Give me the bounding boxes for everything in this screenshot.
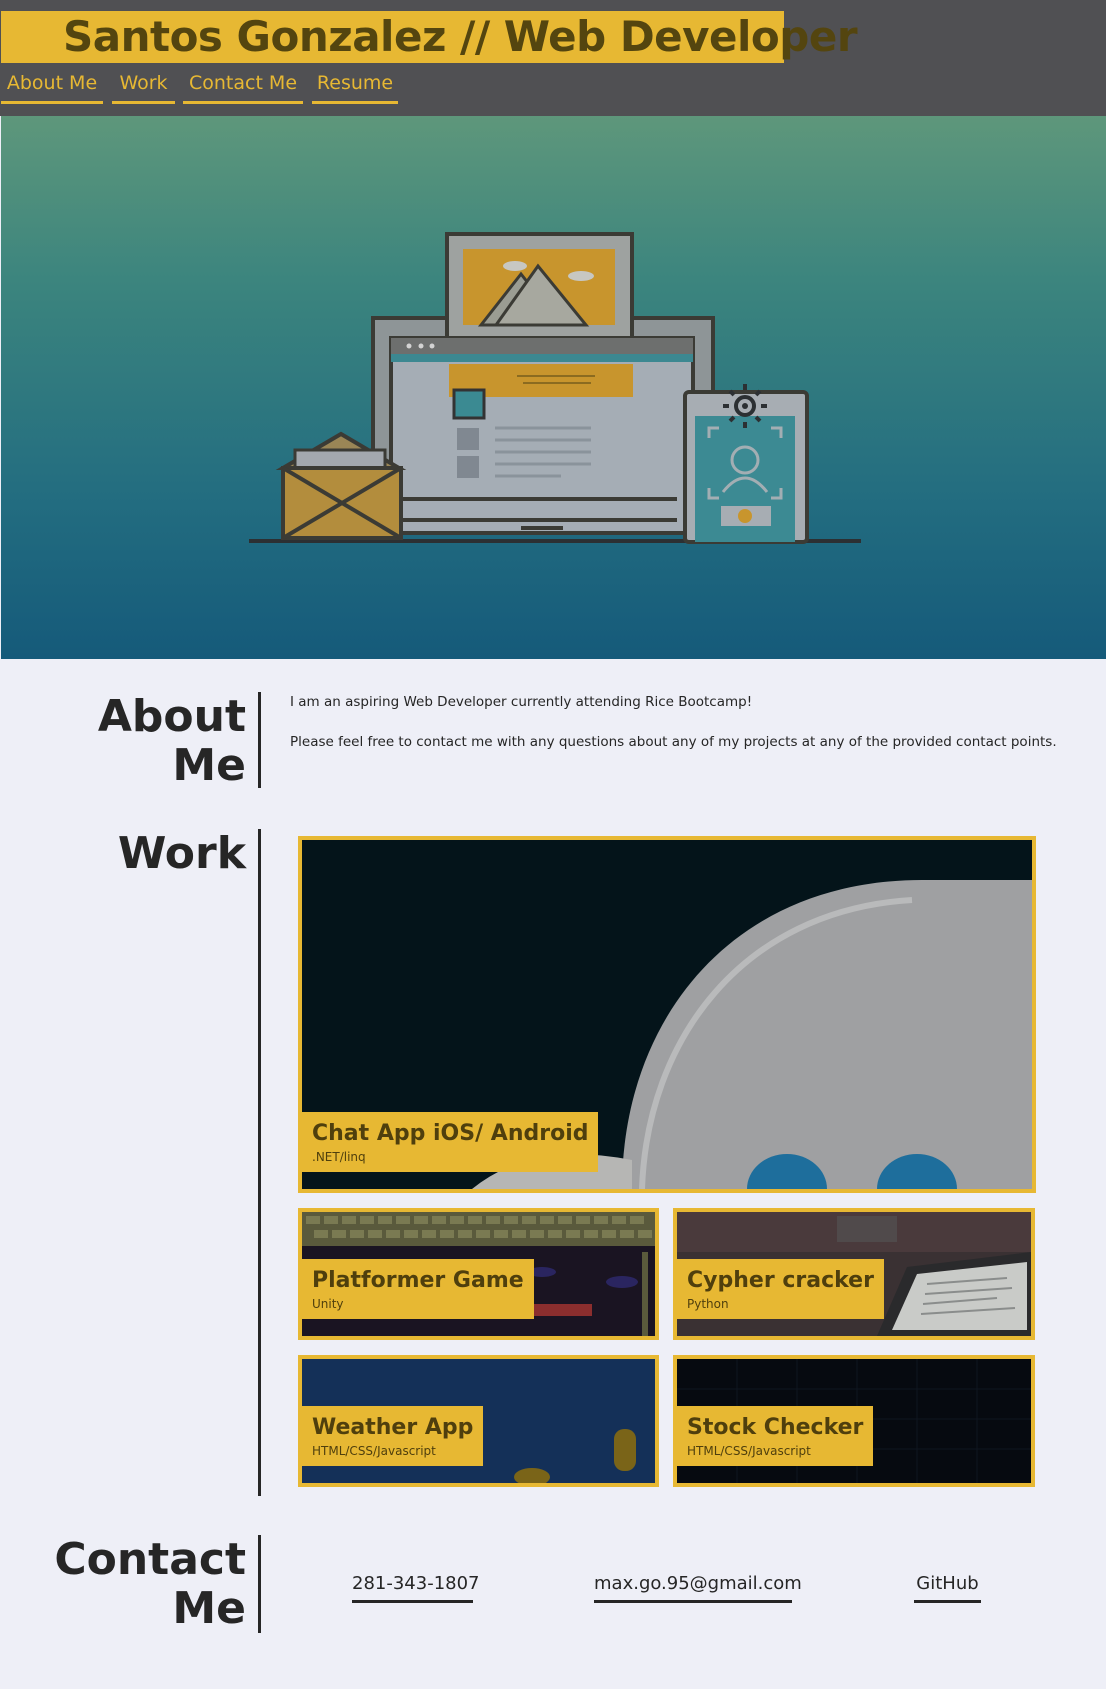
hero-banner (1, 116, 1106, 659)
project-tech: Python (687, 1297, 729, 1311)
project-label-chat-app: Chat App iOS/ Android .NET/linq (302, 1112, 599, 1172)
devices-illustration (249, 232, 861, 544)
project-title: Weather App (312, 1415, 474, 1440)
work-heading: Work (117, 828, 246, 879)
email-link[interactable]: max.go.95@gmail.com (594, 1571, 802, 1603)
project-title: Platformer Game (312, 1268, 524, 1293)
nav-about-link[interactable]: About Me (1, 70, 103, 104)
nav-work-link[interactable]: Work (112, 70, 175, 104)
project-title: Cypher cracker (687, 1268, 874, 1293)
about-divider (258, 692, 261, 788)
contact-divider (258, 1535, 261, 1633)
project-card-chat-app[interactable]: Chat App iOS/ Android .NET/linq (298, 836, 1036, 1193)
phone-link[interactable]: 281-343-1807 (352, 1571, 480, 1603)
project-tech: Unity (312, 1297, 344, 1311)
project-label-cypher-cracker: Cypher cracker Python (677, 1259, 884, 1319)
project-tech: HTML/CSS/Javascript (687, 1444, 811, 1458)
site-title-box: Santos Gonzalez // Web Developer (1, 11, 858, 63)
project-card-cypher-cracker[interactable]: Cypher cracker Python (673, 1208, 1035, 1340)
project-title: Chat App iOS/ Android (312, 1121, 589, 1146)
project-card-weather-app[interactable]: Weather App HTML/CSS/Javascript (298, 1355, 659, 1487)
about-paragraph-2: Please feel free to contact me with any … (290, 734, 1057, 750)
project-tech: HTML/CSS/Javascript (312, 1444, 436, 1458)
work-divider (258, 829, 261, 1496)
project-label-platformer-game: Platformer Game Unity (302, 1259, 534, 1319)
site-title: Santos Gonzalez // Web Developer (63, 12, 858, 61)
project-tech: .NET/linq (312, 1150, 366, 1164)
github-link[interactable]: GitHub (914, 1571, 981, 1603)
nav-resume-link[interactable]: Resume (312, 70, 398, 104)
project-title: Stock Checker (687, 1415, 864, 1440)
project-label-stock-checker: Stock Checker HTML/CSS/Javascript (677, 1406, 874, 1466)
project-card-stock-checker[interactable]: Stock Checker HTML/CSS/Javascript (673, 1355, 1035, 1487)
project-card-platformer-game[interactable]: Platformer Game Unity (298, 1208, 659, 1340)
site-header: Santos Gonzalez // Web Developer About M… (0, 0, 1106, 116)
about-paragraph-1: I am an aspiring Web Developer currently… (290, 694, 753, 710)
contact-heading: Contact Me (54, 1534, 246, 1634)
project-label-weather-app: Weather App HTML/CSS/Javascript (302, 1406, 484, 1466)
about-heading: About Me (97, 691, 246, 791)
nav-contact-link[interactable]: Contact Me (183, 70, 303, 104)
